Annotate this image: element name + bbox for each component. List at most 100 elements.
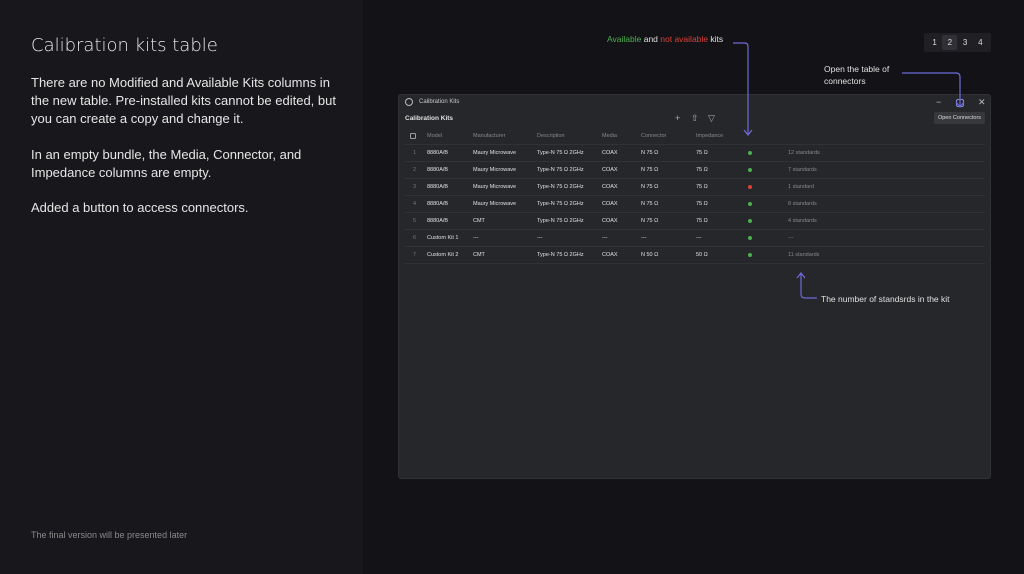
calibration-kits-window: Calibration Kits − ✕ Calibration Kits + … — [398, 94, 991, 479]
cell-desc: Type-N 75 Ω 2GHz — [537, 167, 584, 173]
cell-conn: N 50 Ω — [641, 252, 659, 258]
cell-media: COAX — [602, 201, 618, 207]
kits-label: kits — [710, 34, 724, 44]
cell-model: 8880A/B — [427, 201, 449, 207]
export-icon[interactable]: ⇧ — [691, 113, 699, 124]
cell-conn: N 75 Ω — [641, 184, 659, 190]
table-row[interactable]: 5 8880A/B CMT Type-N 75 Ω 2GHz COAX N 75 Ω 75 … — [405, 213, 985, 230]
cell-imp: 75 Ω — [696, 167, 708, 173]
cell-n: 4 — [413, 201, 417, 207]
cell-media: COAX — [602, 184, 618, 190]
cell-mfr: CMT — [473, 218, 485, 224]
connectors-annotation: Open the table of connectors — [824, 64, 890, 86]
cell-n: 2 — [413, 167, 417, 173]
availability-dot — [748, 236, 752, 240]
cell-imp: 75 Ω — [696, 150, 708, 156]
cell-conn: --- — [641, 235, 647, 241]
col-model[interactable]: Model — [427, 133, 442, 139]
paragraph: Added a button to access connectors. — [31, 200, 249, 215]
cell-mfr: Maury Microwave — [473, 150, 517, 156]
cell-mfr: Maury Microwave — [473, 201, 517, 207]
minimize-button[interactable]: − — [936, 97, 941, 107]
cell-model: 8880A/B — [427, 218, 449, 224]
slide-title: Calibration kits table — [31, 35, 218, 56]
availability-dot — [748, 168, 752, 172]
cell-desc: Type-N 75 Ω 2GHz — [537, 150, 584, 156]
cell-media: COAX — [602, 167, 618, 173]
col-media[interactable]: Media — [602, 133, 617, 139]
table-row[interactable]: 4 8880A/B Maury Microwave Type-N 75 Ω 2GHz C… — [405, 196, 985, 213]
cell-media: --- — [602, 235, 608, 241]
cell-imp: --- — [696, 235, 702, 241]
availability-dot — [748, 151, 752, 155]
cell-desc: --- — [537, 235, 543, 241]
cell-std: 8 standards — [788, 201, 817, 207]
and-label: and — [643, 34, 658, 44]
cell-conn: N 75 Ω — [641, 218, 659, 224]
paragraph: In an empty bundle, the Media, Connector… — [31, 147, 302, 180]
cell-model: 8880A/B — [427, 150, 449, 156]
app-icon — [405, 98, 413, 106]
cell-mfr: CMT — [473, 252, 485, 258]
pagination: 1 2 3 4 — [924, 33, 991, 52]
table-header: Model Manufacturer Description Media Con… — [405, 128, 985, 145]
table-row[interactable]: 1 8880A/B Maury Microwave Type-N 75 Ω 2GHz C… — [405, 145, 985, 162]
cell-mfr: Maury Microwave — [473, 167, 517, 173]
filter-icon[interactable]: ▽ — [708, 113, 715, 124]
cell-std: 1 standard — [788, 184, 814, 190]
availability-annotation: Available and not available kits — [607, 34, 723, 44]
cell-imp: 75 Ω — [696, 201, 708, 207]
available-label: Available — [607, 34, 642, 44]
cell-std: 7 standards — [788, 167, 817, 173]
col-description[interactable]: Description — [537, 133, 565, 139]
table-row[interactable]: 7 Custom Kit 2 CMT Type-N 75 Ω 2GHz COAX N 50… — [405, 247, 985, 264]
standards-annotation: The number of standsrds in the kit — [821, 294, 950, 304]
table-heading: Calibration Kits — [405, 115, 454, 122]
cell-n: 6 — [413, 235, 417, 241]
page-2[interactable]: 2 — [942, 35, 958, 50]
add-icon[interactable]: + — [675, 113, 680, 123]
cell-model: 8880A/B — [427, 167, 449, 173]
page-4[interactable]: 4 — [973, 35, 988, 50]
col-manufacturer[interactable]: Manufacturer — [473, 133, 505, 139]
not-available-label: not available — [660, 34, 709, 44]
cell-media: COAX — [602, 150, 618, 156]
cell-imp: 75 Ω — [696, 184, 708, 190]
cell-imp: 50 Ω — [696, 252, 708, 258]
cell-n: 5 — [413, 218, 417, 224]
page-1[interactable]: 1 — [927, 35, 942, 50]
cell-mfr: --- — [473, 235, 479, 241]
cell-desc: Type-N 75 Ω 2GHz — [537, 218, 584, 224]
paragraph: There are no Modified and Available Kits… — [31, 75, 336, 126]
cell-n: 7 — [413, 252, 417, 258]
cell-mfr: Maury Microwave — [473, 184, 517, 190]
cell-media: COAX — [602, 218, 618, 224]
cell-imp: 75 Ω — [696, 218, 708, 224]
open-connectors-button[interactable]: Open Connectors — [934, 112, 985, 124]
cell-std: 12 standards — [788, 150, 820, 156]
cell-std: 11 standards — [788, 252, 820, 258]
cell-std: 4 standards — [788, 218, 817, 224]
table-row[interactable]: 6 Custom Kit 1 --- --- --- --- --- --- — [405, 230, 985, 247]
cell-model: 8880A/B — [427, 184, 449, 190]
cell-model: Custom Kit 2 — [427, 252, 459, 258]
table-row[interactable]: 2 8880A/B Maury Microwave Type-N 75 Ω 2GHz C… — [405, 162, 985, 179]
cell-media: COAX — [602, 252, 618, 258]
select-all-checkbox[interactable] — [410, 133, 416, 139]
col-connector[interactable]: Connector — [641, 133, 666, 139]
cell-n: 1 — [413, 150, 417, 156]
availability-dot — [748, 202, 752, 206]
table-row[interactable]: 3 8880A/B Maury Microwave Type-N 75 Ω 2GHz C… — [405, 179, 985, 196]
col-impedance[interactable]: Impedance — [696, 133, 723, 139]
cell-std: --- — [788, 235, 794, 241]
connectors-icon-button[interactable] — [956, 99, 964, 107]
availability-dot — [748, 219, 752, 223]
page-3[interactable]: 3 — [958, 35, 973, 50]
cell-n: 3 — [413, 184, 417, 190]
close-button[interactable]: ✕ — [978, 97, 986, 108]
cell-desc: Type-N 75 Ω 2GHz — [537, 252, 584, 258]
cell-conn: N 75 Ω — [641, 201, 659, 207]
window-title: Calibration Kits — [419, 99, 460, 105]
availability-dot — [748, 253, 752, 257]
cell-model: Custom Kit 1 — [427, 235, 459, 241]
